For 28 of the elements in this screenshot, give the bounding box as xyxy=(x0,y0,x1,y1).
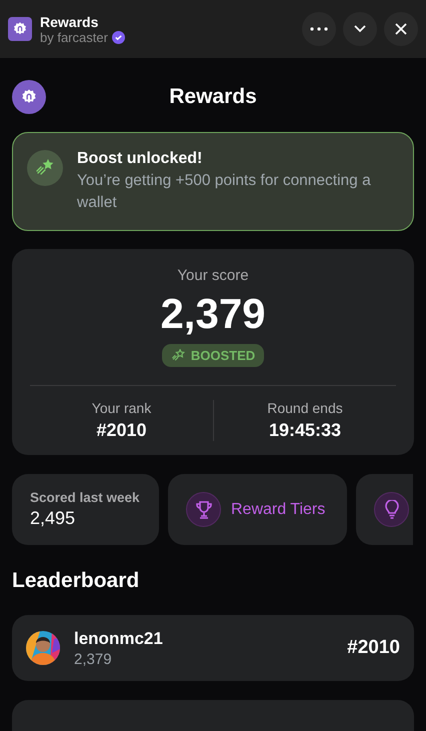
user-name: lenonmc21 xyxy=(74,628,163,648)
chevron-down-icon xyxy=(354,25,366,33)
shooting-star-icon xyxy=(170,348,185,362)
banner-title: Boost unlocked! xyxy=(77,150,204,168)
score-value: 2,379 xyxy=(160,290,266,338)
more-button[interactable] xyxy=(302,12,336,46)
reward-tiers-button[interactable]: Reward Tiers xyxy=(168,474,347,545)
trophy-icon xyxy=(194,500,214,520)
score-label: Your score xyxy=(177,267,249,284)
boosted-badge: BOOSTED xyxy=(162,344,264,367)
more-icon xyxy=(310,27,328,31)
round-timer: 19:45:33 xyxy=(268,420,342,441)
round-label: Round ends xyxy=(267,400,343,416)
user-score: 2,379 xyxy=(74,650,113,668)
stat-value: 2,495 xyxy=(30,508,76,529)
app-author: by farcaster xyxy=(40,30,108,44)
close-button[interactable] xyxy=(384,12,418,46)
page-title: Rewards xyxy=(169,85,257,109)
stat-label: Scored last week xyxy=(30,490,140,505)
leaderboard-row[interactable]: lenonmc21 2,379 #2010 xyxy=(12,615,414,681)
leaderboard-heading: Leaderboard xyxy=(12,569,140,593)
close-icon xyxy=(395,23,407,35)
app-title: Rewards xyxy=(40,14,100,30)
rank-label: Your rank xyxy=(92,400,152,416)
collapse-button[interactable] xyxy=(343,12,377,46)
user-rank: #2010 xyxy=(347,637,400,659)
banner-text: You’re getting +500 points for connecting a wallet xyxy=(77,171,372,213)
rank-value: #2010 xyxy=(96,420,147,441)
